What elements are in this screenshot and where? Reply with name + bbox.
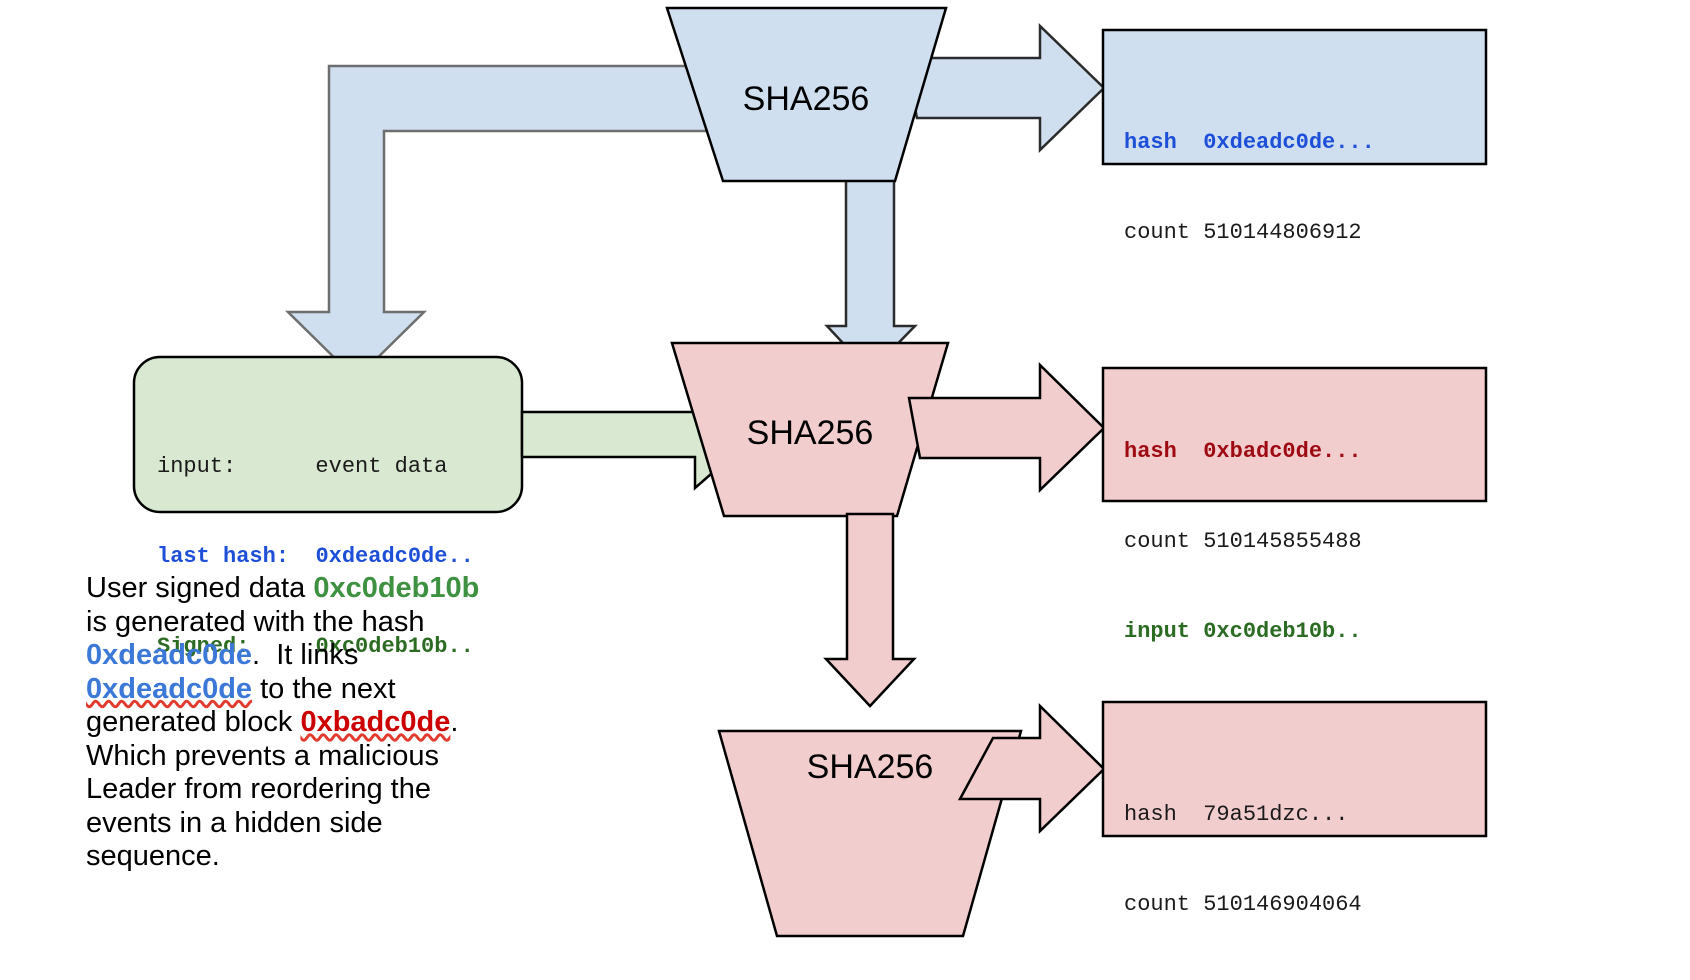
diagram-canvas: SHA256 SHA256 SHA256 hash 0xdeadc0de... …	[0, 0, 1690, 950]
caption-segment-1-0: is generated with the hash	[86, 605, 425, 638]
output-bottom-row-0: hash 79a51dzc...	[1124, 802, 1349, 827]
caption-line-5: Which prevents a malicious	[86, 740, 516, 774]
output-middle-row-1: count 510145855488	[1124, 529, 1362, 554]
output-bottom-row-1: count 510146904064	[1124, 892, 1362, 917]
caption-line-1: is generated with the hash	[86, 606, 516, 640]
caption-line-4: generated block 0xbadc0de.	[86, 706, 516, 740]
caption-segment-8-0: sequence.	[86, 840, 220, 872]
caption-segment-2-0: 0xdeadc0de	[86, 639, 253, 671]
arrow-middle-to-bottom	[823, 512, 917, 708]
sha256-bottom-label: SHA256	[807, 748, 934, 786]
output-top-row-0: hash 0xdeadc0de...	[1124, 130, 1375, 155]
output-bottom-text: hash 79a51dzc... count 510146904064	[1124, 740, 1362, 980]
arrow-top-hash-feedback	[284, 64, 742, 381]
sha256-middle-label: SHA256	[747, 414, 874, 452]
output-middle-row-2: input 0xc0deb10b..	[1124, 619, 1362, 644]
input-row-last-hash: last hash: 0xdeadc0de..	[157, 542, 474, 572]
caption-segment-6-0: Leader from reordering the	[86, 773, 431, 805]
output-top-text: hash 0xdeadc0de... count 510144806912	[1124, 68, 1375, 308]
input-row-last-hash-value: 0xdeadc0de..	[315, 544, 474, 569]
caption-segment-0-0: User signed data	[86, 572, 314, 604]
output-top-row-1: count 510144806912	[1124, 220, 1362, 245]
caption-segment-3-1: to the next	[252, 672, 396, 705]
output-middle-text: hash 0xbadc0de... count 510145855488 inp…	[1124, 377, 1362, 707]
caption-line-3: 0xdeadc0de to the next	[86, 673, 516, 707]
caption-segment-0-1: 0xc0deb10b	[313, 572, 480, 604]
arrow-middle-to-output	[907, 362, 1106, 493]
caption-segment-5-0: Which prevents a malicious	[86, 739, 439, 772]
caption-paragraph: User signed data 0xc0deb10b is generated …	[86, 572, 516, 874]
caption-line-6: Leader from reordering the	[86, 773, 516, 807]
output-middle-row-0: hash 0xbadc0de...	[1124, 439, 1362, 464]
sha256-top-label: SHA256	[743, 80, 870, 118]
caption-segment-4-2: .	[450, 706, 459, 738]
caption-line-8: sequence.	[86, 840, 516, 874]
caption-segment-4-1: 0xbadc0de	[300, 706, 451, 738]
caption-segment-4-0: generated block	[86, 706, 301, 738]
caption-segment-7-0: events in a hidden side	[86, 806, 383, 839]
input-row-input: input: event data	[157, 454, 448, 479]
caption-line-7: events in a hidden side	[86, 807, 516, 841]
input-row-last-hash-key: last hash:	[157, 544, 316, 569]
caption-segment-2-1: . It links	[252, 639, 359, 671]
caption-line-0: User signed data 0xc0deb10b	[86, 572, 516, 606]
caption-line-2: 0xdeadc0de. It links	[86, 639, 516, 673]
caption-segment-3-0: 0xdeadc0de	[86, 672, 253, 705]
